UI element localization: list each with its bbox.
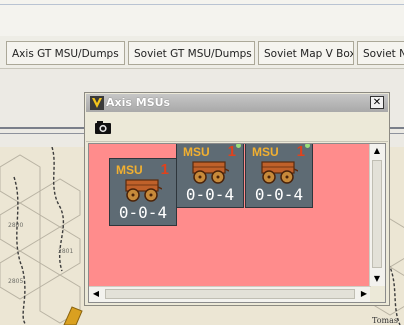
counter-step-number: 1 [296, 143, 305, 160]
tab-soviet-gt-msu-dumps[interactable]: Soviet GT MSU/Dumps [128, 41, 255, 65]
counter-indicator-dot [305, 144, 310, 148]
supply-wagon-icon [125, 179, 162, 202]
vertical-scroll-thumb[interactable] [372, 160, 382, 268]
msu-counter[interactable]: MSU 1 0-0-4 [176, 143, 244, 208]
window-toolbar [86, 113, 388, 142]
map-hex-label: 2800 [8, 222, 23, 229]
horizontal-scroll-thumb[interactable] [105, 289, 355, 299]
scroll-corner [370, 287, 385, 302]
counter-factors: 0-0-4 [185, 185, 235, 204]
top-strip [0, 0, 404, 36]
supply-wagon-icon [261, 161, 298, 184]
scroll-left-arrow-icon[interactable]: ◀ [89, 287, 103, 301]
counter-indicator-dot [236, 144, 241, 148]
counter-step-number: 1 [227, 143, 236, 160]
msu-counter[interactable]: MSU 1 0-0-4 [109, 158, 177, 226]
horizontal-scrollbar[interactable]: ◀ ▶ [89, 286, 371, 302]
tab-bar: Axis GT MSU/Dumps Soviet GT MSU/Dumps So… [0, 36, 404, 69]
tab-axis-gt-msu-dumps[interactable]: Axis GT MSU/Dumps [6, 41, 125, 65]
map-hex-label: 2801 [58, 248, 73, 255]
counter-factors: 0-0-4 [254, 185, 304, 204]
counter-step-number: 1 [160, 161, 169, 178]
camera-icon[interactable] [92, 116, 114, 138]
counter-unit-type: MSU [116, 163, 143, 177]
scroll-down-arrow-icon[interactable]: ▼ [370, 272, 384, 286]
msu-pool-area[interactable]: MSU 1 0-0-4 MSU 1 0-0-4 MSU 1 0-0-4 [89, 144, 371, 286]
counter-unit-type: MSU [252, 145, 279, 159]
window-titlebar[interactable]: Axis MSUs ✕ [86, 94, 388, 112]
close-button[interactable]: ✕ [370, 96, 384, 109]
supply-wagon-icon [192, 161, 229, 184]
tab-soviet-n[interactable]: Soviet N [357, 41, 404, 65]
vassal-logo-icon [90, 96, 104, 110]
map-hex-label: 2805 [8, 278, 23, 285]
tab-soviet-map-v-box[interactable]: Soviet Map V Box [258, 41, 354, 65]
counter-factors: 0-0-4 [118, 203, 168, 222]
top-separator [0, 4, 404, 5]
counter-unit-type: MSU [183, 145, 210, 159]
msu-counter[interactable]: MSU 1 0-0-4 [245, 143, 313, 208]
window-title: Axis MSUs [106, 96, 171, 109]
scroll-right-arrow-icon[interactable]: ▶ [357, 287, 371, 301]
scroll-up-arrow-icon[interactable]: ▲ [370, 144, 384, 158]
map-place-label: Tomas [372, 316, 398, 325]
msu-pool-scrollpane[interactable]: MSU 1 0-0-4 MSU 1 0-0-4 MSU 1 0-0-4 ▲ ▼ … [88, 143, 386, 303]
vertical-scrollbar[interactable]: ▲ ▼ [369, 144, 385, 286]
axis-msus-window[interactable]: Axis MSUs ✕ MSU 1 0-0-4 MSU 1 0-0-4 MSU … [84, 92, 390, 306]
